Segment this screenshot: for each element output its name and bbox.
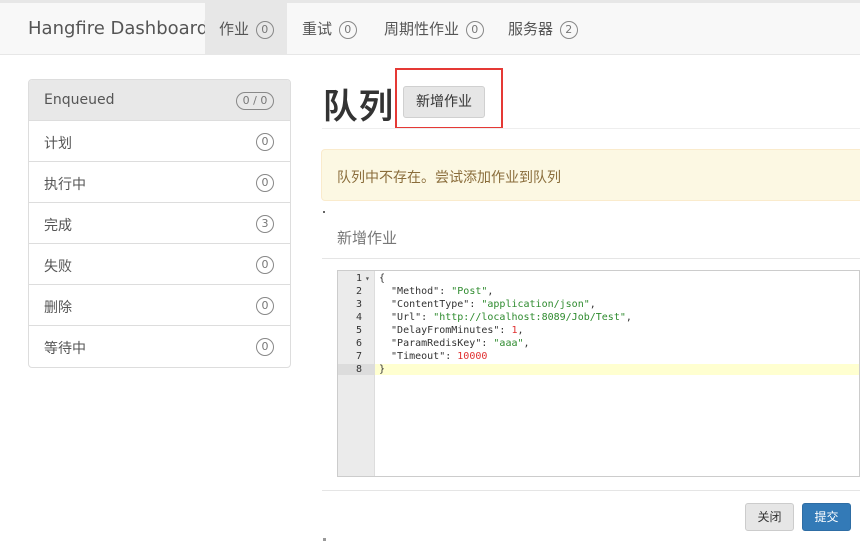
sidebar-item-count: 0 / 0 — [236, 92, 274, 110]
code-text: "DelayFromMinutes": 1, — [379, 325, 524, 336]
code-text: "ParamRedisKey": "aaa", — [379, 338, 530, 349]
modal-header-divider — [322, 258, 860, 259]
close-button[interactable]: 关闭 — [745, 503, 794, 531]
sidebar-item-label: 失败 — [44, 259, 72, 275]
code-text: "Timeout": 10000 — [379, 351, 488, 362]
code-text: "Method": "Post", — [379, 286, 494, 297]
sidebar-item-succeeded[interactable]: 完成 3 — [29, 203, 290, 244]
code-line: 2 "Method": "Post", — [338, 286, 859, 297]
code-line: 4 "Url": "http://localhost:8089/Job/Test… — [338, 312, 859, 323]
line-number: 2 — [356, 286, 363, 297]
tab-recurring-count: 0 — [465, 21, 484, 39]
sidebar-item-label: 删除 — [44, 300, 72, 316]
sidebar-job-states: Enqueued 0 / 0 计划 0 执行中 0 完成 3 失败 0 删除 0… — [28, 79, 291, 368]
sidebar-item-count: 0 — [256, 297, 274, 315]
empty-queue-alert: 队列中不存在。尝试添加作业到队列 — [321, 149, 860, 201]
code-line: 1 ▾ { — [338, 273, 859, 284]
code-text: "ContentType": "application/json", — [379, 299, 596, 310]
line-number: 5 — [356, 325, 363, 336]
sidebar-item-count: 0 — [256, 133, 274, 151]
line-number: 7 — [356, 351, 363, 362]
sidebar-item-count: 0 — [256, 338, 274, 356]
tab-jobs[interactable]: 作业 0 — [205, 3, 287, 55]
sidebar-item-count: 0 — [256, 174, 274, 192]
tab-retries-count: 0 — [338, 21, 357, 39]
submit-button[interactable]: 提交 — [802, 503, 851, 531]
top-navbar: Hangfire Dashboard 作业 0 重试 0 周期性作业 0 服务器… — [0, 0, 860, 55]
modal-footer-divider — [322, 490, 860, 491]
tab-servers[interactable]: 服务器 2 — [508, 3, 578, 55]
sidebar-item-label: Enqueued — [44, 92, 115, 108]
tab-servers-count: 2 — [559, 21, 578, 39]
tab-recurring-label: 周期性作业 — [384, 20, 460, 38]
tab-servers-label: 服务器 — [508, 20, 554, 38]
line-number: 8 — [338, 364, 375, 375]
code-line-active: 8 } — [338, 364, 859, 375]
sidebar-item-enqueued[interactable]: Enqueued 0 / 0 — [29, 80, 290, 121]
line-number: 3 — [356, 299, 363, 310]
sidebar-item-label: 计划 — [44, 136, 72, 152]
tab-retries[interactable]: 重试 0 — [302, 3, 357, 55]
sidebar-item-processing[interactable]: 执行中 0 — [29, 162, 290, 203]
code-line: 6 "ParamRedisKey": "aaa", — [338, 338, 859, 349]
page-title: 队列 — [323, 87, 395, 127]
json-code-editor[interactable]: 1 ▾ { 2 "Method": "Post", 3 "ContentType… — [337, 270, 860, 477]
sidebar-item-label: 等待中 — [44, 341, 86, 357]
brand-link[interactable]: Hangfire Dashboard — [28, 18, 208, 39]
line-number: 6 — [356, 338, 363, 349]
title-divider — [322, 128, 860, 129]
tab-recurring-jobs[interactable]: 周期性作业 0 — [384, 3, 484, 55]
code-line: 3 "ContentType": "application/json", — [338, 299, 859, 310]
code-line: 5 "DelayFromMinutes": 1, — [338, 325, 859, 336]
add-job-button[interactable]: 新增作业 — [403, 86, 485, 118]
code-text: { — [379, 273, 386, 284]
fold-arrow-icon[interactable]: ▾ — [365, 273, 370, 284]
sidebar-item-label: 执行中 — [44, 177, 86, 193]
code-text: "Url": "http://localhost:8089/Job/Test", — [379, 312, 632, 323]
tab-jobs-count: 0 — [255, 21, 274, 39]
sidebar-item-count: 0 — [256, 256, 274, 274]
modal-marker — [323, 211, 325, 213]
sidebar-item-awaiting[interactable]: 等待中 0 — [29, 326, 290, 367]
tab-retries-label: 重试 — [302, 20, 333, 38]
code-text: } — [379, 364, 386, 375]
sidebar-item-deleted[interactable]: 删除 0 — [29, 285, 290, 326]
sidebar-item-failed[interactable]: 失败 0 — [29, 244, 290, 285]
sidebar-item-label: 完成 — [44, 218, 72, 234]
sidebar-item-count: 3 — [256, 215, 274, 233]
sidebar-item-scheduled[interactable]: 计划 0 — [29, 121, 290, 162]
code-line: 7 "Timeout": 10000 — [338, 351, 859, 362]
modal-title: 新增作业 — [337, 229, 398, 247]
tab-jobs-label: 作业 — [219, 20, 250, 38]
line-number: 4 — [356, 312, 363, 323]
